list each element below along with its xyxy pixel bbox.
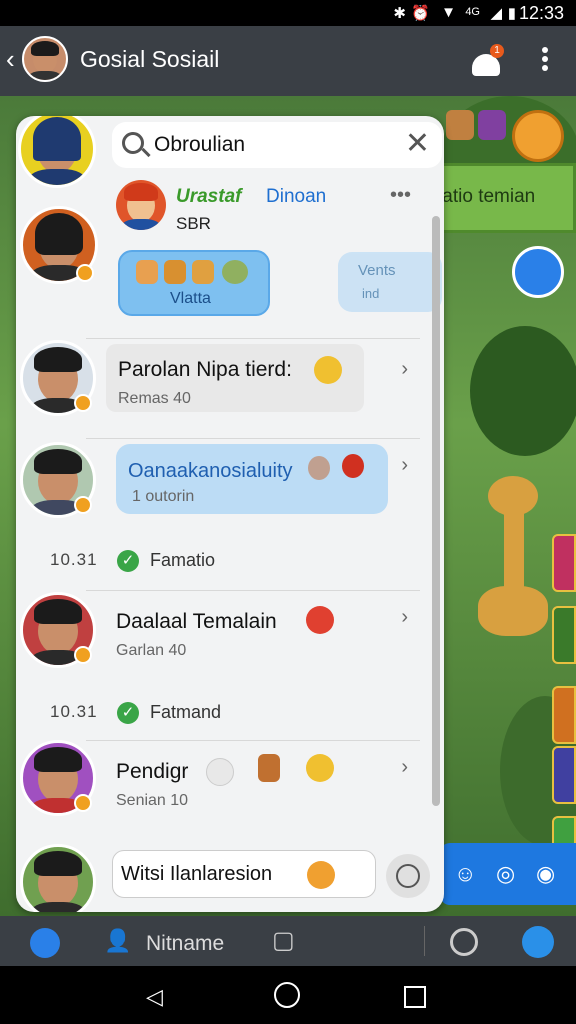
notification-badge: 1: [490, 44, 504, 58]
send-icon: [396, 864, 420, 888]
game-friends-button[interactable]: [512, 110, 564, 162]
stickers-bubble[interactable]: Vlatta: [118, 250, 270, 316]
wifi-icon: ▼: [441, 4, 456, 21]
emoji-picker-icon[interactable]: [307, 861, 335, 889]
system-time: 10.31: [50, 550, 98, 569]
profile-icon[interactable]: [522, 926, 554, 958]
search-input[interactable]: [154, 130, 394, 160]
preview-bubble[interactable]: Vents ind: [338, 252, 442, 312]
back-icon[interactable]: ‹: [6, 44, 15, 75]
cookie-emoji-icon: [258, 754, 280, 782]
system-message: 10.31 ✓ Famatio: [16, 538, 444, 582]
status-time: 12:33: [518, 3, 564, 23]
online-badge: [74, 794, 92, 812]
contact-name: Daalaal Temalain: [116, 610, 277, 633]
alarm-icon: ⏰: [411, 5, 430, 22]
system-text: Famatio: [150, 550, 216, 570]
game-check-button[interactable]: [512, 246, 564, 298]
data-icon: 4G: [465, 6, 480, 18]
online-badge: [74, 394, 92, 412]
search-icon: [122, 132, 144, 154]
app-title: Gosial Sosiail: [80, 46, 220, 72]
contact-name: Oanaakanosialuity: [128, 460, 293, 482]
system-text: Fatmand: [150, 702, 222, 722]
sparkle-emoji-icon: [206, 758, 234, 786]
more-options-icon[interactable]: [537, 44, 553, 78]
giraffe-character: [478, 476, 558, 666]
compose-input[interactable]: [121, 861, 301, 887]
search-bar: ✕: [112, 122, 442, 168]
profile-avatar[interactable]: [22, 36, 68, 82]
signal-icon: ◢: [490, 5, 502, 22]
check-icon: ✓: [117, 550, 139, 572]
smile-emoji-icon: [306, 754, 334, 782]
stickers-caption: Vlatta: [170, 290, 211, 307]
group-name-blue: Dinoan: [266, 186, 327, 207]
contact-name: Parolan Nipa tierd:: [118, 358, 292, 381]
home-game-icon[interactable]: [30, 928, 60, 958]
home-nav-icon[interactable]: [274, 982, 300, 1008]
chevron-right-icon: ›: [401, 756, 408, 778]
emoji-icon: ☺: [454, 861, 477, 886]
contact-sub: 1 outorin: [132, 488, 195, 505]
group-more-icon[interactable]: •••: [390, 184, 411, 207]
online-badge: [74, 646, 92, 664]
system-time: 10.31: [50, 702, 98, 721]
list-item[interactable]: Oanaakanosialuity 1 outorin ›: [16, 438, 444, 538]
contact-sub: Garlan 40: [116, 642, 187, 659]
friends-notification-button[interactable]: 1: [468, 44, 504, 78]
send-button[interactable]: [386, 854, 430, 898]
list-item[interactable]: Pendigr Senian 10 ›: [16, 740, 444, 840]
card-icon[interactable]: ▢: [272, 926, 295, 955]
bluetooth-muted-icon: ✱: [393, 5, 406, 22]
close-icon[interactable]: ✕: [405, 126, 430, 161]
contact-name: Pendigr: [116, 760, 189, 783]
chevron-right-icon: ›: [401, 358, 408, 380]
angry-emoji-icon: [342, 454, 364, 478]
group-avatar: [116, 180, 166, 230]
speech-icon: ◉: [536, 861, 556, 886]
online-badge: [76, 264, 94, 282]
game-chat-actions[interactable]: ☺ ◎ ◉: [440, 843, 576, 905]
app-bar: ‹ Gosial Sosiail 1: [0, 26, 576, 96]
status-bar: ✱ ⏰ ▼ 4G ◢ ▮ 12:33: [0, 0, 576, 26]
battery-icon: ▮: [507, 5, 516, 22]
smile-emoji-icon: [314, 356, 342, 384]
check-icon: ✓: [117, 702, 139, 724]
list-item[interactable]: Daalaal Temalain Garlan 40 ›: [16, 590, 444, 690]
chat-panel: ✕ Urastaf Dinoan SBR ••• Vlatta Vents in…: [16, 116, 444, 912]
chevron-right-icon: ›: [401, 454, 408, 476]
compose-field: [112, 850, 376, 898]
contact-sub: Remas 40: [118, 390, 191, 407]
bottom-name[interactable]: Nitname: [146, 932, 224, 956]
contact-sub: Senian 10: [116, 792, 189, 809]
preview-top: Vents: [358, 262, 396, 279]
contact-avatar-top[interactable]: [18, 116, 96, 188]
preview-bottom: ind: [362, 286, 380, 301]
tomato-emoji-icon: [306, 606, 334, 634]
back-nav-icon[interactable]: ◁: [146, 984, 163, 1010]
chat-bubble-icon: ◎: [496, 861, 516, 886]
group-name-green: Urastaf: [176, 186, 242, 207]
list-item[interactable]: Parolan Nipa tierd: Remas 40 ›: [16, 338, 444, 438]
system-message: 10.31 ✓ Fatmand: [16, 690, 444, 734]
bottom-bar: 👤 Nitname ▢: [0, 916, 576, 966]
android-nav-bar: ◁: [0, 966, 576, 1024]
chevron-right-icon: ›: [401, 606, 408, 628]
face-emoji-icon: [308, 456, 330, 480]
recents-nav-icon[interactable]: [404, 986, 426, 1008]
group-subtitle: SBR: [176, 214, 211, 233]
my-avatar[interactable]: [20, 844, 96, 912]
person-icon[interactable]: 👤: [104, 928, 131, 954]
settings-icon[interactable]: [450, 928, 478, 956]
online-badge: [74, 496, 92, 514]
